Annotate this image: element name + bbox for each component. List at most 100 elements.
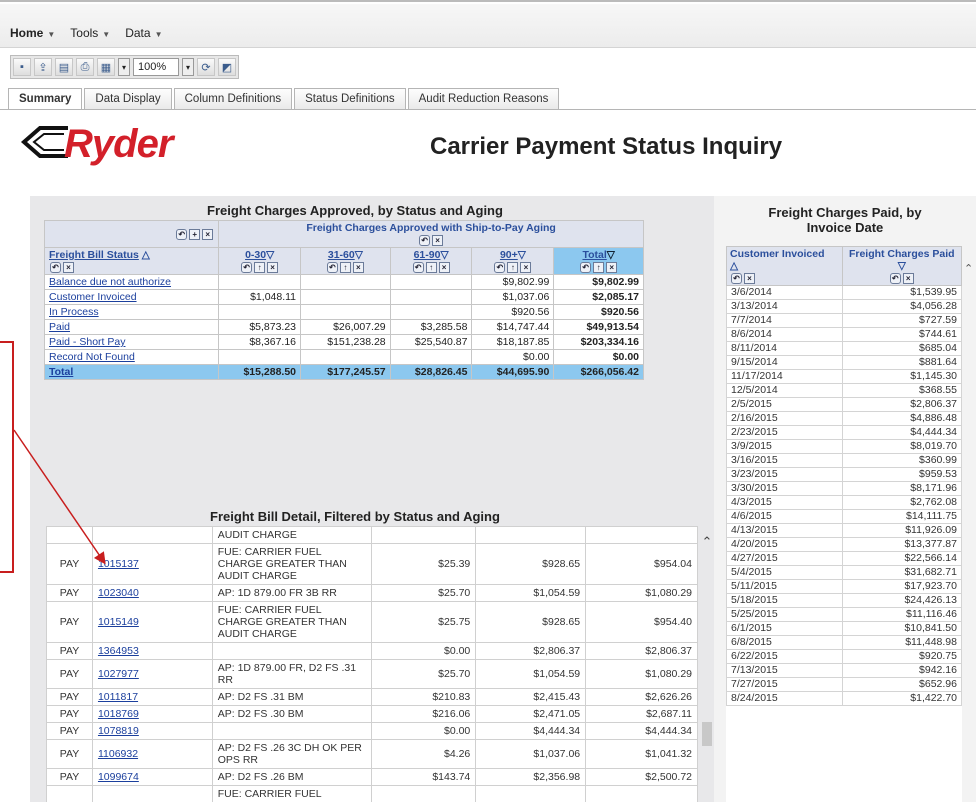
paid-amount-cell: $14,111.75 [841, 509, 962, 524]
chart-icon[interactable]: ◩ [218, 58, 236, 76]
freight-bill-link[interactable]: 1027977 [98, 668, 139, 680]
collapse-icon[interactable]: ↶ [494, 261, 506, 273]
tab-column-definitions[interactable]: Column Definitions [173, 88, 293, 110]
status-link[interactable]: In Process [49, 306, 99, 318]
close-icon[interactable]: × [63, 261, 74, 273]
print-preview-icon[interactable]: ▤ [55, 58, 73, 76]
close-icon[interactable]: × [267, 261, 279, 273]
menu-data[interactable]: Data ▼ [125, 26, 162, 40]
freight-bill-link[interactable]: 1015149 [98, 616, 139, 628]
collapse-icon[interactable]: ↶ [580, 261, 592, 273]
status-link[interactable]: Balance due not authorize [49, 276, 171, 288]
detail-scroll-area[interactable]: AUDIT CHARGE PAY 1015137 FUE: CARRIER FUEL … [46, 526, 698, 802]
freight-bill-link[interactable]: 1078819 [98, 725, 139, 737]
move-icon[interactable]: ↑ [507, 261, 519, 273]
amount-cell: $49,913.54 [553, 319, 644, 335]
status-link[interactable]: Paid - Short Pay [49, 336, 125, 348]
freight-bill-link[interactable]: 1011817 [98, 691, 138, 703]
tab-audit-reduction-reasons[interactable]: Audit Reduction Reasons [407, 88, 560, 110]
total-charge-cell: $2,500.72 [585, 768, 698, 786]
collapse-icon[interactable]: ↶ [419, 234, 431, 246]
move-icon[interactable]: ↑ [593, 261, 605, 273]
total-charge-cell: $954.04 [585, 543, 698, 585]
freight-bill-link[interactable]: 1106932 [98, 748, 138, 760]
col-label[interactable]: Total [582, 249, 606, 261]
add-icon[interactable]: + [189, 228, 201, 240]
collapse-icon[interactable]: ↶ [50, 261, 61, 273]
collapse-icon[interactable]: ↶ [176, 228, 188, 240]
close-icon[interactable]: × [902, 272, 914, 284]
paid-amount-cell: $2,806.37 [841, 397, 962, 412]
freight-bill-link[interactable]: 1364953 [98, 645, 139, 657]
status-link[interactable]: Paid [49, 321, 70, 333]
freight-bill-link[interactable]: 1018769 [98, 708, 139, 720]
paid-row: 12/5/2014 $368.55 [726, 383, 962, 398]
col-label[interactable]: 31-60 [328, 249, 355, 261]
invoice-date-cell: 3/6/2014 [726, 285, 843, 300]
move-icon[interactable]: ↑ [339, 261, 351, 273]
scrollbar-thumb[interactable] [702, 722, 712, 746]
charges-paid-header: Freight Charges Paid ▽ ↶ × [841, 246, 962, 286]
bill-cell: 1015137 [91, 543, 213, 585]
detail-scrollbar[interactable]: ⌃ [700, 534, 714, 802]
refresh-icon[interactable]: ⟳ [197, 58, 215, 76]
paid-scroll-area[interactable]: Customer Invoiced △ ↶ × Freight Charges Pai… [726, 246, 962, 802]
freight-bill-link[interactable]: 1023040 [98, 587, 139, 599]
collapse-icon[interactable]: ↶ [326, 261, 338, 273]
col-label[interactable]: 61-90 [414, 249, 441, 261]
close-icon[interactable]: × [432, 234, 444, 246]
freight-bill-link[interactable]: 1015137 [98, 558, 139, 570]
collapse-icon[interactable]: ↶ [241, 261, 253, 273]
close-icon[interactable]: × [744, 272, 755, 284]
total-link[interactable]: Total [49, 366, 73, 378]
menu-home[interactable]: Home ▼ [10, 26, 55, 40]
zoom-dropdown-icon[interactable]: ▾ [182, 58, 194, 76]
save-icon[interactable]: ▪ [13, 58, 31, 76]
pay-status-cell: PAY [46, 584, 93, 602]
scroll-up-icon[interactable]: ⌃ [700, 534, 714, 550]
close-icon[interactable]: × [202, 228, 214, 240]
export-icon[interactable]: ⇪ [34, 58, 52, 76]
zoom-select[interactable]: 100% [133, 58, 179, 76]
paid-amount-cell: $31,682.71 [841, 565, 962, 580]
adjustment-cell: $0.00 [371, 722, 477, 740]
paid-row: 3/16/2015 $360.99 [726, 453, 962, 468]
tab-status-definitions[interactable]: Status Definitions [294, 88, 406, 110]
print-icon[interactable]: ⎙ [76, 58, 94, 76]
total-charge-cell [585, 785, 698, 802]
status-cell: In Process [43, 304, 220, 320]
collapse-icon[interactable]: ↶ [889, 272, 901, 284]
close-icon[interactable]: × [606, 261, 618, 273]
page-layout-icon[interactable]: ▦ [97, 58, 115, 76]
customer-invoiced-label[interactable]: Customer Invoiced [730, 248, 839, 260]
pay-status-cell: PAY [46, 601, 93, 643]
callout-box [0, 341, 14, 573]
paid-scroll-up-icon[interactable]: ⌃ [964, 262, 974, 275]
tab-data-display[interactable]: Data Display [84, 88, 172, 110]
close-icon[interactable]: × [438, 261, 450, 273]
move-icon[interactable]: ↑ [425, 261, 437, 273]
base-charge-cell: $2,415.43 [475, 688, 587, 706]
col-label[interactable]: 90+ [500, 249, 518, 261]
col-31-60-header: 31-60▽ ↶ ↑ × [300, 247, 391, 275]
status-link[interactable]: Customer Invoiced [49, 291, 137, 303]
status-link[interactable]: Record Not Found [49, 351, 135, 363]
approved-row: Customer Invoiced $1,048.11 $1,037.06 $2,08… [43, 289, 644, 305]
adjustment-cell: $143.74 [371, 768, 477, 786]
tab-summary[interactable]: Summary [8, 88, 83, 110]
col-label[interactable]: 0-30 [245, 249, 266, 261]
status-header-label[interactable]: Freight Bill Status [49, 249, 139, 261]
freight-bill-link[interactable]: 1099674 [98, 771, 139, 783]
reason-cell [211, 722, 373, 740]
adjustment-cell: $216.06 [371, 705, 477, 723]
close-icon[interactable]: × [520, 261, 532, 273]
close-icon[interactable]: × [352, 261, 364, 273]
charges-paid-label[interactable]: Freight Charges Paid [846, 248, 959, 260]
menu-tools[interactable]: Tools ▼ [70, 26, 110, 40]
page-layout-dropdown[interactable]: ▾ [118, 58, 130, 76]
move-icon[interactable]: ↑ [254, 261, 266, 273]
amount-cell: $18,187.85 [471, 334, 555, 350]
collapse-icon[interactable]: ↶ [412, 261, 424, 273]
collapse-icon[interactable]: ↶ [731, 272, 742, 284]
amount-cell: $203,334.16 [553, 334, 644, 350]
